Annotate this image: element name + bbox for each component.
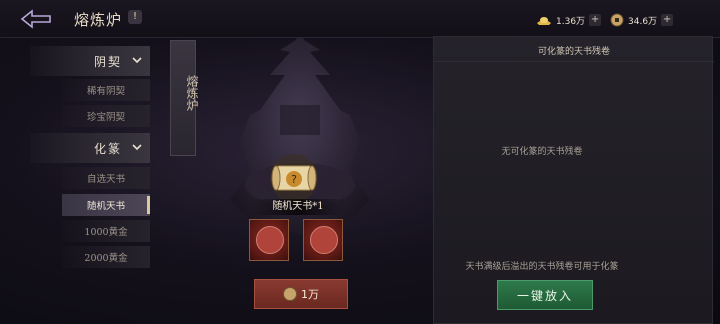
material-slot-2[interactable]	[303, 219, 343, 261]
gold-ingot-resource: 1.36万 +	[536, 12, 602, 28]
back-arrow-icon	[20, 9, 51, 29]
coin-icon	[283, 287, 297, 301]
game-screen: 熔炼炉 ! 1.36万 + 34.6万 + 阴契 稀有阴契 珍宝阴契 化篆 自选…	[0, 0, 720, 324]
material-slot-1[interactable]	[249, 219, 289, 261]
sidebar-item-choose-book[interactable]: 自选天书	[62, 167, 150, 189]
sidebar-item-2000-gold[interactable]: 2000黄金	[62, 246, 150, 268]
coin-resource: 34.6万 +	[610, 12, 674, 28]
gold-ingot-icon	[537, 17, 551, 25]
seal-icon	[310, 226, 338, 254]
scroll-icon[interactable]: ?	[266, 148, 322, 204]
add-coin-button[interactable]: +	[661, 14, 674, 26]
sidebar-item-rare-yinqi[interactable]: 稀有阴契	[62, 79, 150, 101]
sidebar-item-treasure-yinqi[interactable]: 珍宝阴契	[62, 105, 150, 127]
coin-icon	[610, 13, 624, 27]
book-fragments-panel: 可化篆的天书残卷 无可化篆的天书残卷 天书满级后溢出的天书残卷可用于化篆 一键放…	[433, 36, 714, 324]
coin-value: 34.6万	[628, 16, 658, 27]
panel-note: 天书满级后溢出的天书残卷可用于化篆	[465, 262, 619, 272]
furnace-vertical-text: 熔炼炉	[185, 75, 199, 111]
panel-title: 可化篆的天书残卷	[537, 47, 610, 57]
seal-icon	[256, 226, 284, 254]
info-button[interactable]: !	[128, 10, 142, 24]
furnace-vertical-label: 熔炼炉	[170, 40, 199, 156]
page-title: 熔炼炉	[74, 11, 123, 29]
back-button[interactable]	[16, 7, 56, 31]
top-bar: 熔炼炉 ! 1.36万 + 34.6万 +	[0, 0, 720, 38]
panel-divider	[434, 61, 714, 62]
sidebar-category-label: 阴契	[93, 54, 122, 69]
svg-text:?: ?	[291, 173, 297, 186]
chevron-down-icon	[132, 144, 142, 151]
chevron-down-icon	[132, 57, 142, 64]
sidebar-item-1000-gold[interactable]: 1000黄金	[62, 220, 150, 242]
sidebar-category-yinqi[interactable]: 阴契	[30, 46, 150, 76]
empty-message: 无可化篆的天书残卷	[501, 147, 583, 157]
smelt-cost-button[interactable]: 1万	[254, 279, 348, 309]
furnace-illustration	[230, 25, 370, 235]
gold-ingot-value: 1.36万	[556, 16, 586, 27]
smelt-cost-value: 1万	[301, 288, 319, 301]
auto-fill-button[interactable]: 一键放入	[497, 280, 593, 310]
add-gold-ingot-button[interactable]: +	[589, 14, 602, 26]
sidebar-item-random-book[interactable]: 随机天书	[62, 194, 150, 216]
random-book-label: 随机天书*1	[250, 199, 346, 215]
sidebar-category-huazhuan[interactable]: 化篆	[30, 133, 150, 163]
sidebar-category-label: 化篆	[93, 141, 122, 156]
